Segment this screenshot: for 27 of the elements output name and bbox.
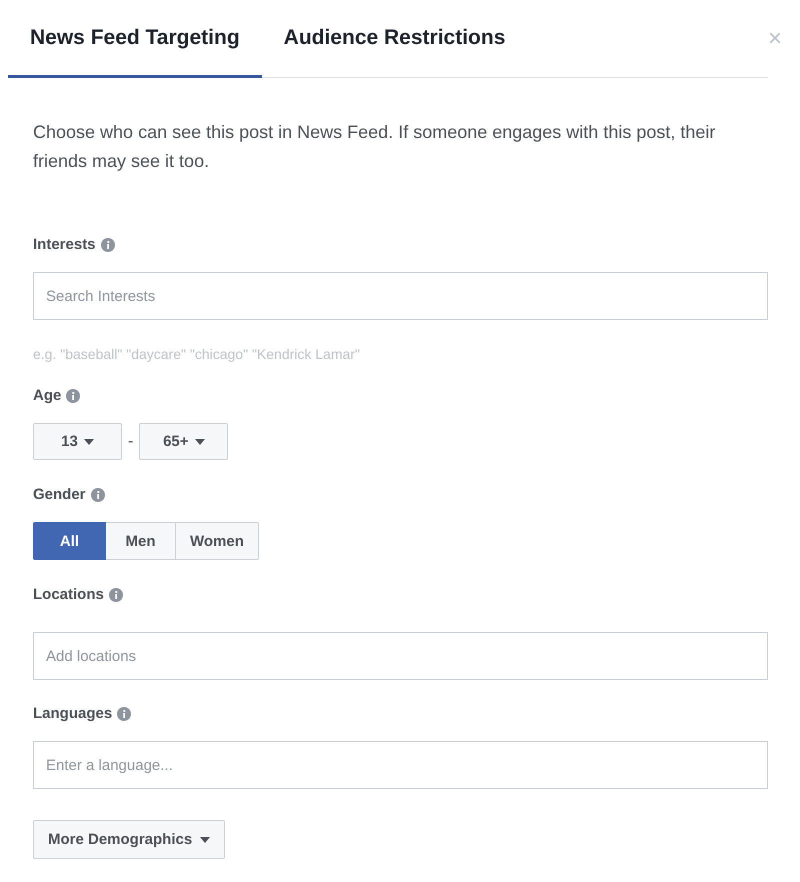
caret-icon <box>84 438 94 444</box>
languages-field[interactable]: Enter a language... <box>33 741 768 789</box>
caret-icon <box>194 438 205 444</box>
more-demographics-button[interactable]: More Demographics <box>33 820 226 859</box>
tab[interactable]: Audience Restrictions <box>262 0 528 78</box>
caret-icon <box>200 836 210 842</box>
gender-option[interactable]: All <box>33 522 106 560</box>
range-separator: - <box>128 432 134 450</box>
interests-search-field[interactable]: Search Interests <box>33 272 768 320</box>
description-text: Choose who can see this post in News Feed. If someone engages with this post, their friends may see it too. <box>33 121 716 173</box>
field-label: Interests <box>33 236 96 253</box>
field-label: Gender <box>33 486 86 503</box>
tab[interactable]: News Feed Targeting <box>8 0 262 78</box>
locations-field[interactable]: Add locations <box>33 632 768 680</box>
age-min-dropdown[interactable]: 13 <box>33 423 122 460</box>
info-icon <box>117 706 132 720</box>
info-icon <box>108 588 123 602</box>
field-label: Languages <box>33 705 112 722</box>
gender-option[interactable]: Men <box>106 522 176 560</box>
info-icon <box>100 238 115 252</box>
field-label: Locations <box>33 586 104 603</box>
hint-text: e.g. "baseball" "daycare" "chicago" "Kendrick Lamar" <box>33 346 361 362</box>
info-icon <box>66 388 80 402</box>
age-max-dropdown[interactable]: 65+ <box>139 423 228 460</box>
field-label: Age <box>33 387 62 404</box>
info-icon <box>90 488 105 502</box>
gender-option[interactable]: Women <box>176 522 259 560</box>
